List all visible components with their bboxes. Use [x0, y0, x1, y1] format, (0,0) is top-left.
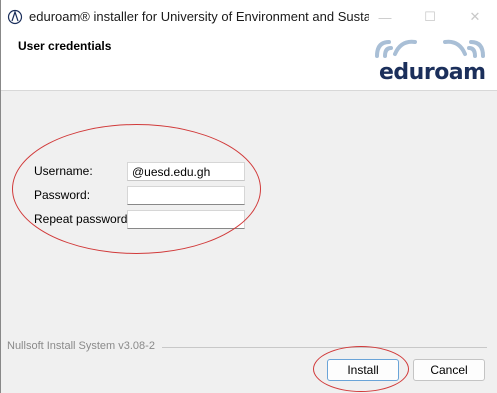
nsis-branding: Nullsoft Install System v3.08-2 — [7, 340, 155, 352]
eduroam-logo: eduroam — [371, 36, 489, 86]
password-label: Password: — [34, 188, 91, 202]
title-bar[interactable]: eduroam® installer for University of Env… — [1, 0, 497, 34]
app-icon — [7, 9, 23, 25]
footer-divider — [162, 347, 487, 348]
logo-wordmark: eduroam — [379, 60, 486, 85]
repeat-password-label: Repeat password: — [34, 212, 131, 226]
maximize-button[interactable]: ☐ — [408, 0, 452, 34]
password-field[interactable] — [127, 186, 245, 205]
page-header: User credentials eduroam — [1, 34, 497, 91]
install-button[interactable]: Install — [327, 359, 399, 381]
page-title: User credentials — [18, 39, 112, 53]
installer-window: eduroam® installer for University of Env… — [0, 0, 497, 393]
username-label: Username: — [34, 164, 93, 178]
window-title: eduroam® installer for University of Env… — [29, 9, 369, 24]
logo-text-edu: edu — [379, 60, 424, 85]
repeat-password-field[interactable] — [127, 210, 245, 229]
cancel-button[interactable]: Cancel — [413, 359, 485, 381]
username-field[interactable] — [127, 162, 245, 181]
close-button[interactable]: ✕ — [453, 0, 497, 34]
logo-text-roam: roam — [423, 60, 486, 85]
minimize-button[interactable]: — — [363, 0, 407, 34]
